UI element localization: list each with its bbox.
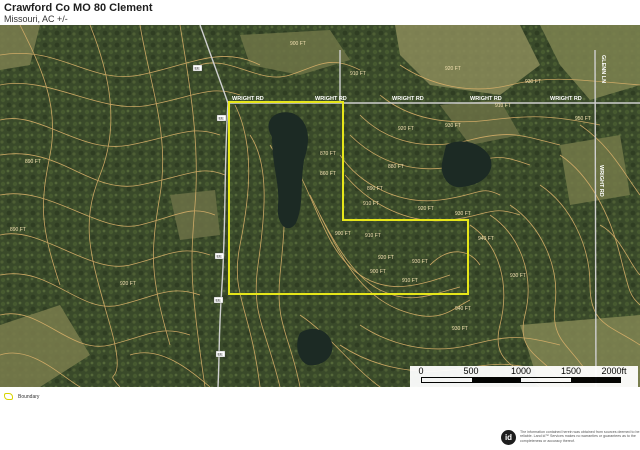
svg-text:EE: EE <box>218 352 224 357</box>
contour-label: 920 FT <box>120 281 136 287</box>
contour-label: 910 FT <box>350 71 366 77</box>
road-label-wright-2: WRIGHT RD <box>315 96 347 102</box>
contour-label: 930 FT <box>525 79 541 85</box>
contour-label: 910 FT <box>365 233 381 239</box>
brand-footer: id The information contained herein was … <box>501 430 640 445</box>
road-label-wright-4: WRIGHT RD <box>470 96 502 102</box>
scale-tick-2000: 2000ft <box>601 366 627 376</box>
route-badge-4: EE <box>213 296 224 304</box>
scale-tick-500: 500 <box>463 366 479 376</box>
route-badge-1: EE <box>192 64 203 72</box>
map-legend: Boundary <box>4 393 39 400</box>
scale-track <box>421 377 621 383</box>
contour-label: 930 FT <box>510 273 526 279</box>
svg-text:EE: EE <box>219 116 225 121</box>
scale-tick-0: 0 <box>418 366 424 376</box>
road-label-wright-vertical: WRIGHT RD <box>598 165 604 197</box>
contour-label: 950 FT <box>575 116 591 122</box>
contour-label: 920 FT <box>378 255 394 261</box>
boundary-swatch-icon <box>4 393 13 400</box>
contour-label: 930 FT <box>452 326 468 332</box>
svg-text:EE: EE <box>216 298 222 303</box>
contour-label: 890 FT <box>367 186 383 192</box>
road-label-wright-5: WRIGHT RD <box>550 96 582 102</box>
contour-label: 930 FT <box>445 123 461 129</box>
map-view[interactable]: WRIGHT RD WRIGHT RD WRIGHT RD WRIGHT RD … <box>0 25 640 387</box>
contour-label: 910 FT <box>402 278 418 284</box>
route-badge-3: EE <box>214 252 225 260</box>
contour-label: 930 FT <box>455 211 471 217</box>
contour-label: 940 FT <box>478 236 494 242</box>
contour-label: 900 FT <box>335 231 351 237</box>
contour-label: 920 FT <box>418 206 434 212</box>
map-subtitle: Missouri, AC +/- <box>4 14 68 24</box>
scale-bar: 0 500 1000 1500 2000ft <box>410 366 638 387</box>
contour-label: 930 FT <box>412 259 428 265</box>
road-label-glenn: GLENN LN <box>600 55 606 83</box>
scale-tick-1000: 1000 <box>510 366 532 376</box>
contour-label: 860 FT <box>320 171 336 177</box>
contour-label: 910 FT <box>495 103 511 109</box>
contour-label: 870 FT <box>320 151 336 157</box>
disclaimer-text: The information contained herein was obt… <box>520 430 640 443</box>
svg-text:EE: EE <box>217 254 223 259</box>
road-label-wright-3: WRIGHT RD <box>392 96 424 102</box>
road-label-wright-1: WRIGHT RD <box>232 96 264 102</box>
map-title: Crawford Co MO 80 Clement <box>4 2 153 14</box>
contour-label: 900 FT <box>290 41 306 47</box>
contour-label: 890 FT <box>10 227 26 233</box>
contour-label: 880 FT <box>388 164 404 170</box>
contour-label: 890 FT <box>25 159 41 165</box>
landid-logo-icon: id <box>501 430 516 445</box>
contour-label: 940 FT <box>455 306 471 312</box>
contour-label: 920 FT <box>398 126 414 132</box>
scale-tick-1500: 1500 <box>560 366 582 376</box>
route-badge-5: EE <box>215 350 226 358</box>
legend-boundary-label: Boundary <box>18 393 40 400</box>
svg-text:EE: EE <box>195 66 201 71</box>
contour-label: 900 FT <box>370 269 386 275</box>
contour-label: 920 FT <box>445 66 461 72</box>
route-badge-2: EE <box>216 114 227 122</box>
contour-label: 910 FT <box>363 201 379 207</box>
